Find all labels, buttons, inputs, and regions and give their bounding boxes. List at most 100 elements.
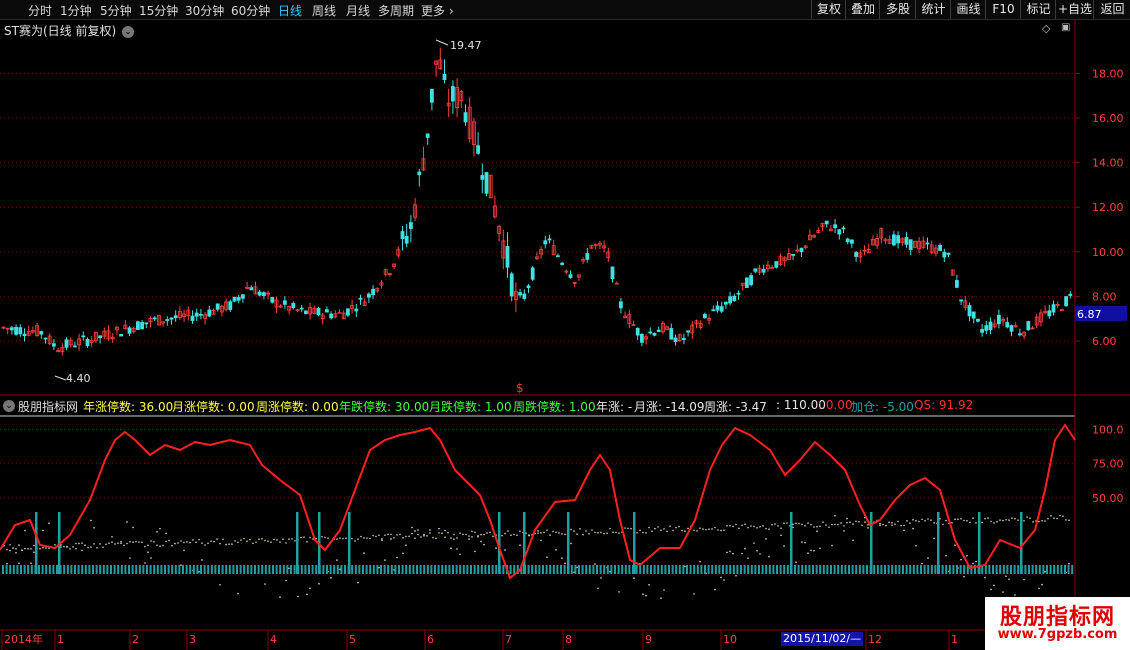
indicator-dot — [132, 526, 134, 529]
base-bar — [754, 565, 757, 574]
candle-body — [614, 282, 619, 285]
base-bar — [866, 565, 868, 574]
candle-body — [976, 318, 980, 322]
indicator-dot — [402, 537, 404, 539]
candle-body — [719, 306, 724, 312]
indicator-dot — [582, 533, 584, 536]
candle-body — [282, 300, 287, 305]
indicator-dot — [627, 527, 629, 530]
base-bar — [1038, 565, 1041, 574]
indicator-dot — [687, 527, 689, 530]
base-bar — [272, 565, 274, 574]
base-bar — [293, 565, 296, 574]
candle-body — [703, 313, 707, 319]
indicator-dot — [990, 520, 992, 523]
indicator-dot — [462, 533, 464, 536]
base-bar — [801, 565, 804, 574]
indicator-dot — [234, 540, 236, 542]
candle-body — [366, 293, 371, 298]
indicator-dot — [921, 518, 923, 521]
indicator-dot — [75, 548, 77, 550]
base-bar — [376, 565, 379, 574]
indicator-dot — [600, 531, 602, 534]
indicator-dot — [648, 584, 650, 586]
base-bar — [678, 565, 681, 574]
base-bar — [459, 565, 462, 574]
time-axis-label: 2014年 — [4, 632, 43, 646]
indicator-dot — [90, 546, 92, 548]
indicator-dot — [252, 542, 254, 545]
indicator-dot — [180, 564, 182, 566]
indicator-dot — [120, 542, 122, 545]
base-bar — [221, 565, 224, 574]
indicator-dot — [180, 540, 182, 542]
indicator-dot — [510, 534, 512, 537]
base-bar — [682, 565, 685, 574]
indicator-dot — [783, 522, 785, 525]
candle-body — [925, 242, 930, 245]
indicator-dot — [543, 531, 545, 534]
indicator-dot — [429, 532, 431, 534]
base-bar — [174, 565, 177, 574]
base-bar — [581, 565, 584, 574]
candle-body — [257, 291, 262, 296]
indicator-dot — [12, 547, 14, 549]
indicator-dot — [660, 529, 662, 532]
base-bar — [956, 565, 958, 574]
indicator-dot — [918, 520, 920, 523]
candle-body — [232, 296, 237, 302]
base-bar — [120, 565, 123, 574]
candle-body — [682, 338, 686, 341]
price-tick-label: 8.00 — [1092, 290, 1117, 303]
indicator-dot — [54, 543, 56, 546]
base-bar — [945, 565, 948, 574]
base-bar — [56, 565, 58, 574]
indicator-dot — [105, 543, 107, 546]
indicator-dot — [1056, 517, 1058, 520]
candle-body — [774, 261, 779, 268]
indicator-dot — [810, 549, 812, 552]
indicator-dot — [72, 546, 74, 548]
base-bar — [610, 565, 613, 574]
indicator-dot — [474, 550, 476, 553]
indicator-dot — [927, 557, 929, 559]
indicator-dot — [831, 523, 833, 526]
base-bar — [419, 565, 422, 574]
indicator-dot — [537, 532, 539, 534]
candle-body — [371, 288, 376, 296]
indicator-dot — [795, 522, 797, 525]
base-bar — [88, 565, 91, 574]
indicator-dot — [147, 544, 149, 547]
base-bar — [340, 565, 343, 574]
candle-body — [648, 331, 653, 334]
base-bar — [722, 565, 724, 574]
indicator-dot — [90, 519, 92, 522]
indicator-dot — [81, 549, 83, 552]
indicator-dot — [393, 536, 395, 539]
base-bar — [927, 565, 930, 574]
candle-body — [711, 309, 716, 312]
indicator-dot — [723, 579, 725, 581]
base-bar — [491, 565, 494, 574]
chart-canvas[interactable]: 18.00 16.00 14.00 12.00 10.00 8.00 6.00 6.87 100… — [0, 0, 1130, 650]
base-bar — [477, 565, 480, 574]
base-bar — [815, 565, 818, 574]
indicator-dot — [819, 547, 821, 550]
base-bar — [430, 565, 433, 574]
base-bar — [912, 565, 915, 574]
indicator-dot — [585, 530, 587, 532]
indicator-dot — [1014, 594, 1016, 596]
candle-body — [984, 325, 989, 331]
base-bar — [239, 565, 242, 574]
indicator-dot — [414, 530, 416, 532]
base-bar — [426, 565, 429, 574]
base-bar — [826, 565, 829, 574]
indicator-dot — [264, 583, 266, 585]
indicator-dot — [108, 542, 110, 544]
base-bar — [740, 565, 742, 574]
indicator-dot — [297, 595, 299, 598]
indicator-dot — [87, 546, 89, 549]
base-bar — [383, 565, 386, 574]
indicator-dot — [951, 521, 953, 524]
indicator-dot — [255, 541, 257, 543]
